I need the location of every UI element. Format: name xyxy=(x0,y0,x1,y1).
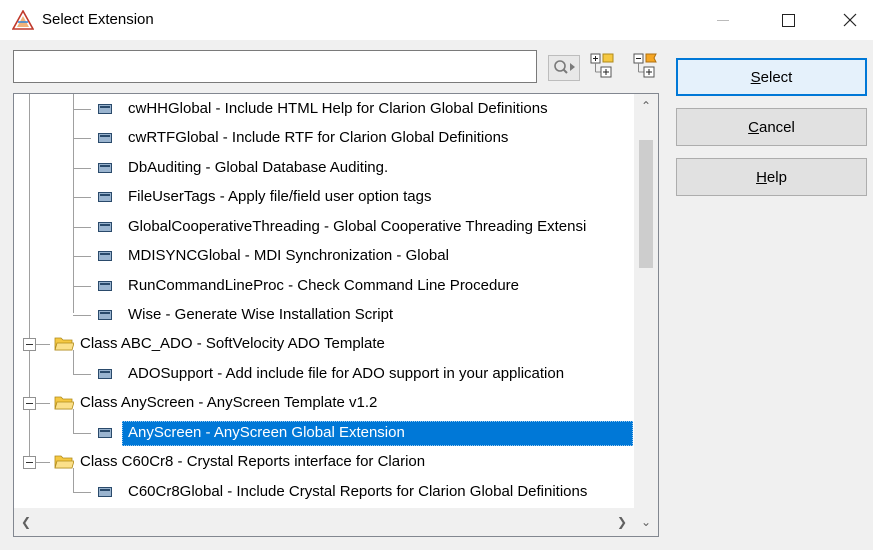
tree-item[interactable]: cwHHGlobal - Include HTML Help for Clari… xyxy=(14,94,634,124)
tree-item-label: RunCommandLineProc - Check Command Line … xyxy=(128,277,520,294)
scrollbar-corner: ⌄ xyxy=(634,508,658,536)
tree-item[interactable]: RunCommandLineProc - Check Command Line … xyxy=(14,271,634,301)
tree-item-selected[interactable]: AnyScreen - AnyScreen Global Extension xyxy=(14,418,634,448)
tree-item[interactable]: Wise - Generate Wise Installation Script xyxy=(14,300,634,330)
tree-item[interactable]: DbAuditing - Global Database Auditing. xyxy=(14,153,634,183)
tree-item[interactable]: ADOSupport - Add include file for ADO su… xyxy=(14,359,634,389)
tree-item[interactable]: C60Cr8Global - Include Crystal Reports f… xyxy=(14,477,634,507)
tree-connector xyxy=(36,403,50,404)
select-label: elect xyxy=(760,68,793,86)
tree-connector xyxy=(73,197,91,198)
scroll-down-arrow-icon[interactable]: ⌄ xyxy=(634,510,658,534)
extension-icon xyxy=(98,104,112,114)
extension-icon xyxy=(98,487,112,497)
extension-icon xyxy=(98,369,112,379)
extension-icon xyxy=(98,192,112,202)
extension-icon xyxy=(98,251,112,261)
maximize-button[interactable] xyxy=(765,0,811,40)
tree-item-label: Class ABC_ADO - SoftVelocity ADO Templat… xyxy=(80,335,385,352)
scroll-right-arrow-icon[interactable]: ❯ xyxy=(610,510,634,534)
tree-class-item[interactable]: Class ABC_ADO - SoftVelocity ADO Templat… xyxy=(14,329,634,359)
extension-icon xyxy=(98,163,112,173)
scroll-left-arrow-icon[interactable]: ❮ xyxy=(14,510,38,534)
tree-item-label: AnyScreen - AnyScreen Global Extension xyxy=(122,421,633,446)
vertical-scrollbar[interactable]: ⌃ xyxy=(634,94,658,508)
extension-tree[interactable]: cwHHGlobal - Include HTML Help for Clari… xyxy=(13,93,659,537)
tree-connector xyxy=(73,286,91,287)
maximize-icon xyxy=(781,13,795,27)
select-button[interactable]: Select xyxy=(676,58,867,96)
scroll-up-arrow-icon[interactable]: ⌃ xyxy=(634,94,658,118)
tree-item[interactable]: GlobalCooperativeThreading - Global Coop… xyxy=(14,212,634,242)
find-icon[interactable] xyxy=(548,54,580,82)
close-icon xyxy=(843,13,857,27)
collapse-toggle[interactable] xyxy=(23,456,36,469)
collapse-all-icon[interactable] xyxy=(632,52,658,80)
close-button[interactable] xyxy=(827,0,873,40)
app-icon xyxy=(12,10,34,30)
extension-icon xyxy=(98,281,112,291)
folder-open-icon xyxy=(54,455,74,469)
tree-item-label: ADOSupport - Add include file for ADO su… xyxy=(128,365,565,382)
folder-open-icon xyxy=(54,396,74,410)
tree-connector xyxy=(73,315,91,316)
tree-connector xyxy=(73,433,91,434)
help-label: elp xyxy=(766,168,787,186)
title-bar: Select Extension xyxy=(0,0,873,40)
tree-connector xyxy=(73,138,91,139)
help-button[interactable]: Help xyxy=(676,158,867,196)
extension-icon xyxy=(98,222,112,232)
extension-icon xyxy=(98,310,112,320)
tree-item-label: DbAuditing - Global Database Auditing. xyxy=(128,159,389,176)
tree-class-item[interactable]: Class C60Cr8 - Crystal Reports interface… xyxy=(14,447,634,477)
tree-item-label: cwHHGlobal - Include HTML Help for Clari… xyxy=(128,100,548,117)
collapse-toggle[interactable] xyxy=(23,397,36,410)
cancel-mnemonic: C xyxy=(748,118,759,136)
tree-connector xyxy=(36,462,50,463)
folder-open-icon xyxy=(54,337,74,351)
tree-item-label: GlobalCooperativeThreading - Global Coop… xyxy=(128,218,587,235)
expand-all-icon[interactable] xyxy=(589,52,615,80)
vertical-scroll-thumb[interactable] xyxy=(639,140,653,268)
collapse-toggle[interactable] xyxy=(23,338,36,351)
cancel-button[interactable]: Cancel xyxy=(676,108,867,146)
help-mnemonic: H xyxy=(756,168,767,186)
tree-item-label: Class AnyScreen - AnyScreen Template v1.… xyxy=(80,394,378,411)
tree-connector xyxy=(36,344,50,345)
window-title: Select Extension xyxy=(42,11,154,28)
tree-item-label: C60Cr8Global - Include Crystal Reports f… xyxy=(128,483,588,500)
tree-item[interactable]: cwRTFGlobal - Include RTF for Clarion Gl… xyxy=(14,123,634,153)
minimize-icon xyxy=(717,19,729,21)
tree-class-item[interactable]: Class AnyScreen - AnyScreen Template v1.… xyxy=(14,388,634,418)
tree-connector xyxy=(73,374,91,375)
horizontal-scrollbar[interactable]: ❮ ❯ xyxy=(14,508,634,536)
tree-item-label: Class C60Cr8 - Crystal Reports interface… xyxy=(80,453,426,470)
minimize-button[interactable] xyxy=(700,0,746,40)
tree-item[interactable]: FileUserTags - Apply file/field user opt… xyxy=(14,182,634,212)
extension-icon xyxy=(98,133,112,143)
tree-item[interactable]: MDISYNCGlobal - MDI Synchronization - Gl… xyxy=(14,241,634,271)
cancel-label: ancel xyxy=(758,118,795,136)
search-input[interactable] xyxy=(13,50,537,83)
extension-icon xyxy=(98,428,112,438)
tree-connector xyxy=(73,168,91,169)
tree-connector xyxy=(73,109,91,110)
tree-item-label: cwRTFGlobal - Include RTF for Clarion Gl… xyxy=(128,129,509,146)
tree-connector xyxy=(73,227,91,228)
tree-connector xyxy=(73,256,91,257)
tree-connector xyxy=(73,492,91,493)
tree-item-label: FileUserTags - Apply file/field user opt… xyxy=(128,188,432,205)
tree-item-label: MDISYNCGlobal - MDI Synchronization - Gl… xyxy=(128,247,449,264)
tree-item-label: Wise - Generate Wise Installation Script xyxy=(128,306,394,323)
select-mnemonic: S xyxy=(750,68,761,86)
